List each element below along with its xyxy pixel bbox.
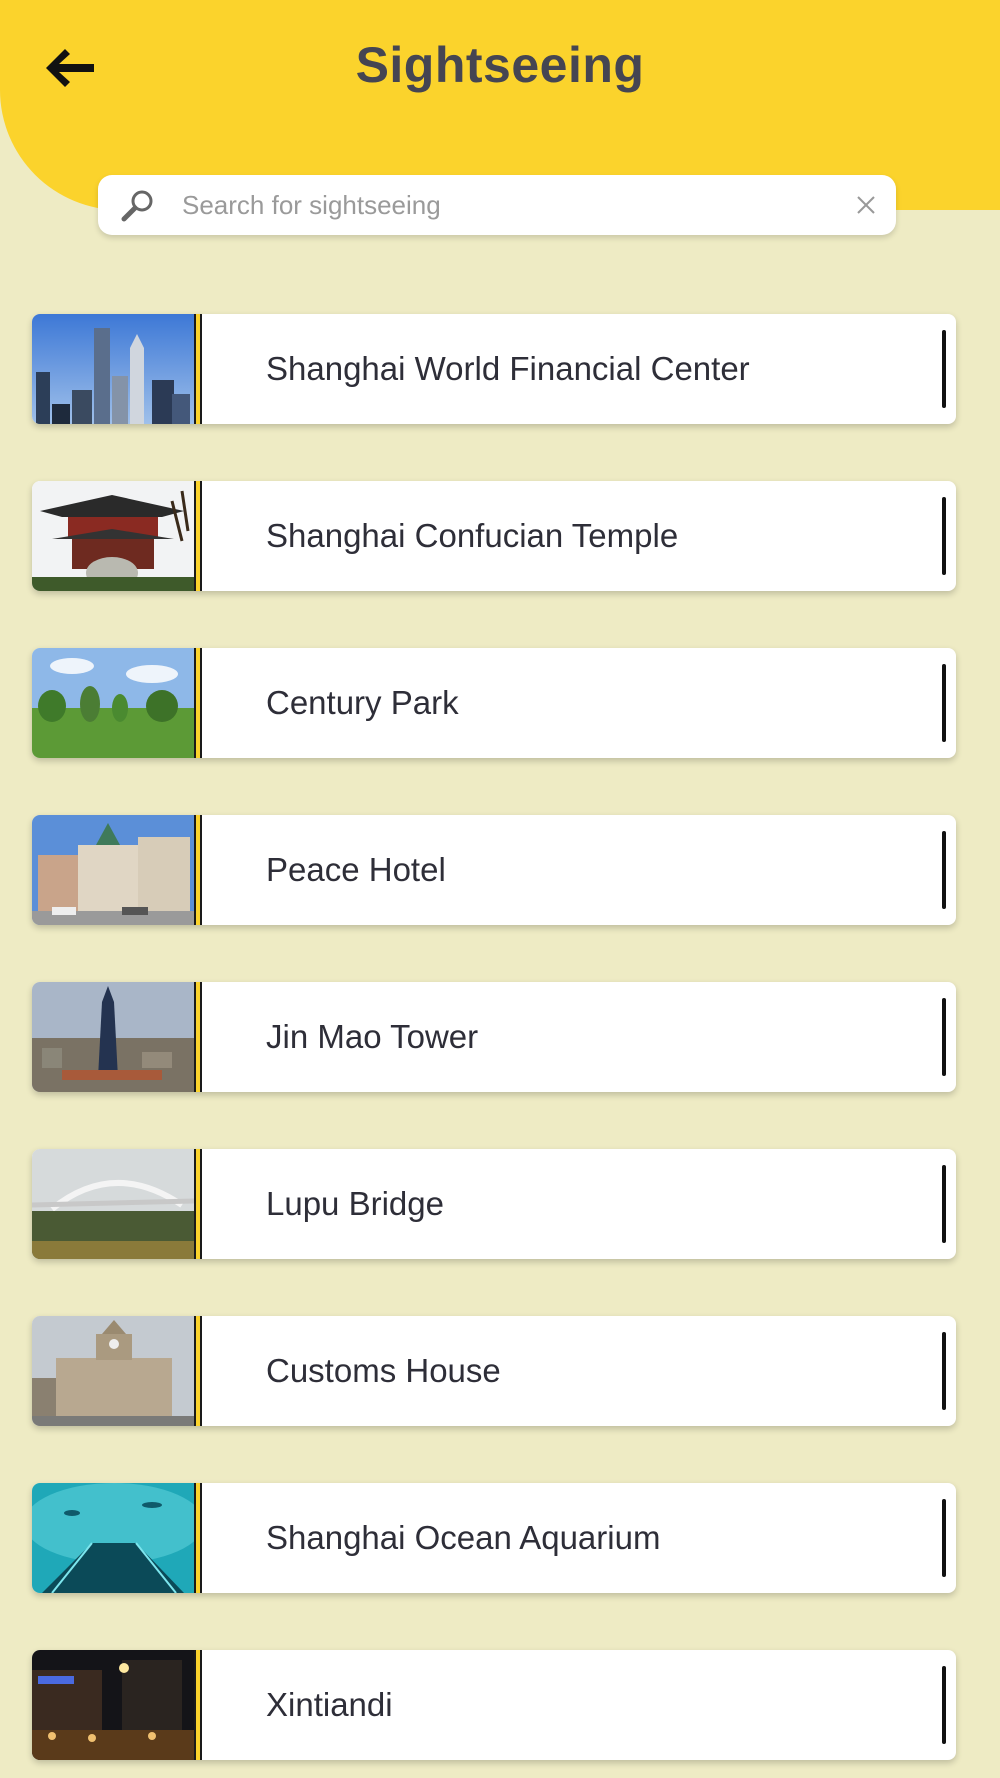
item-accent-bar	[194, 982, 202, 1092]
item-label: Xintiandi	[266, 1686, 393, 1723]
list-item[interactable]: Shanghai Confucian Temple	[32, 481, 956, 591]
park-topiary-photo	[32, 648, 194, 758]
item-label: Jin Mao Tower	[266, 1018, 479, 1055]
item-end-divider	[942, 664, 946, 742]
list-item[interactable]: Xintiandi	[32, 1650, 956, 1760]
search-icon	[121, 190, 153, 222]
item-end-divider	[942, 1165, 946, 1243]
list-item[interactable]: Lupu Bridge	[32, 1149, 956, 1259]
item-end-divider	[942, 330, 946, 408]
item-label: Shanghai Ocean Aquarium	[266, 1519, 661, 1556]
list-item[interactable]: Peace Hotel	[32, 815, 956, 925]
item-label: Shanghai Confucian Temple	[266, 517, 679, 554]
item-accent-bar	[194, 481, 202, 591]
list-item[interactable]: Customs House	[32, 1316, 956, 1426]
list-item[interactable]: Shanghai Ocean Aquarium	[32, 1483, 956, 1593]
item-label: Century Park	[266, 684, 459, 721]
item-end-divider	[942, 1666, 946, 1744]
item-accent-bar	[194, 815, 202, 925]
list-item[interactable]: Jin Mao Tower	[32, 982, 956, 1092]
item-label: Peace Hotel	[266, 851, 446, 888]
skyscraper-skyline-photo	[32, 314, 194, 424]
item-label: Shanghai World Financial Center	[266, 350, 750, 387]
page-title: Sightseeing	[355, 37, 645, 93]
item-accent-bar	[194, 1149, 202, 1259]
list-item[interactable]: Shanghai World Financial Center	[32, 314, 956, 424]
arch-bridge-photo	[32, 1149, 194, 1259]
list-item[interactable]: Century Park	[32, 648, 956, 758]
item-accent-bar	[194, 1650, 202, 1760]
item-end-divider	[942, 1332, 946, 1410]
item-end-divider	[942, 998, 946, 1076]
customs-building-photo	[32, 1316, 194, 1426]
historic-hotel-photo	[32, 815, 194, 925]
item-accent-bar	[194, 314, 202, 424]
item-end-divider	[942, 1499, 946, 1577]
item-end-divider	[942, 831, 946, 909]
item-label: Lupu Bridge	[266, 1185, 444, 1222]
sightseeing-list: Shanghai World Financial Center Shanghai…	[32, 314, 956, 1778]
clear-search-button[interactable]	[850, 189, 882, 221]
item-label: Customs House	[266, 1352, 501, 1389]
item-accent-bar	[194, 1483, 202, 1593]
temple-pavilion-photo	[32, 481, 194, 591]
item-end-divider	[942, 497, 946, 575]
close-icon	[857, 196, 875, 214]
search-input[interactable]	[182, 175, 822, 235]
search-bar[interactable]	[98, 175, 896, 235]
item-accent-bar	[194, 1316, 202, 1426]
tower-cityscape-photo	[32, 982, 194, 1092]
night-street-photo	[32, 1650, 194, 1760]
item-accent-bar	[194, 648, 202, 758]
aquarium-tunnel-photo	[32, 1483, 194, 1593]
